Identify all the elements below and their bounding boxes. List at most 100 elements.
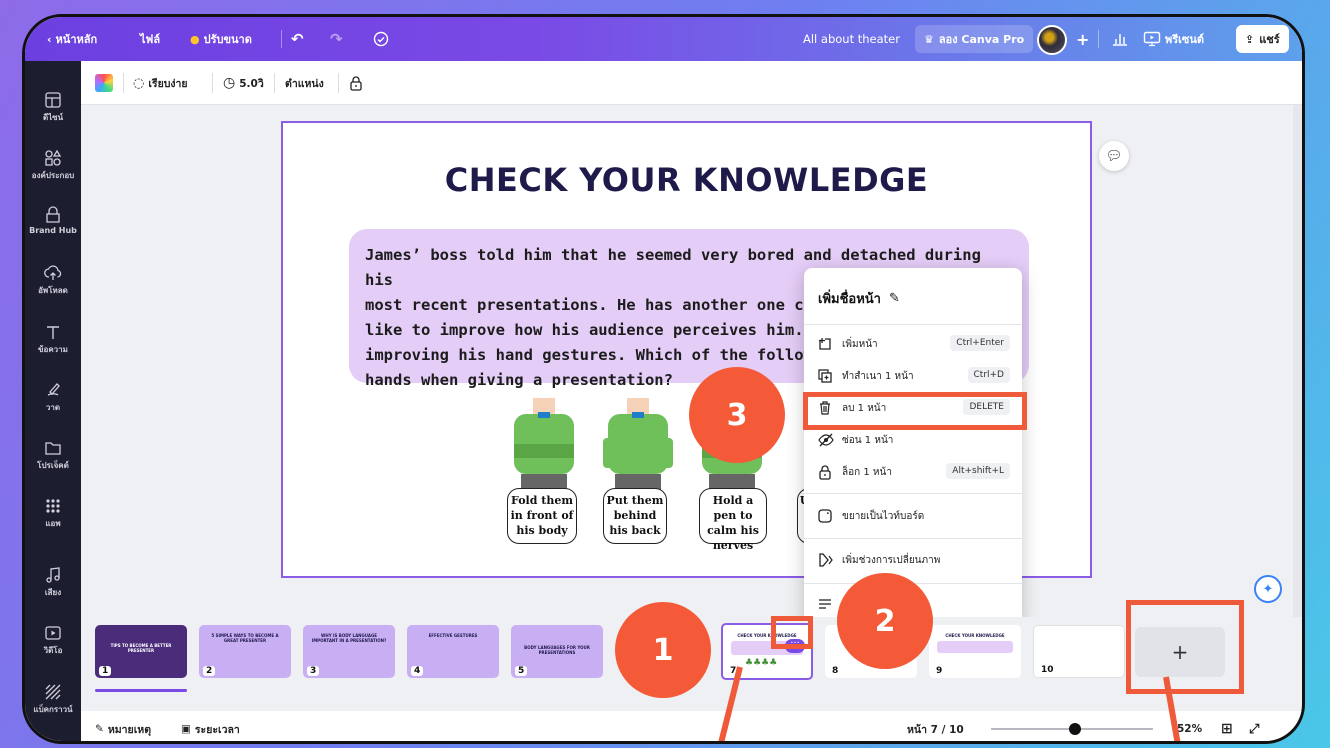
add-collaborator-icon[interactable]: + bbox=[1076, 17, 1089, 61]
upload-icon bbox=[44, 265, 62, 280]
notes-button[interactable]: ✎ หมายเหตุ bbox=[95, 711, 151, 741]
document-title[interactable]: All about theater bbox=[803, 17, 900, 61]
clock-icon: ◷ bbox=[223, 75, 236, 91]
color-picker-button[interactable] bbox=[95, 61, 113, 105]
animate-button[interactable]: ◌ เรียบง่าย bbox=[133, 61, 188, 105]
undo-icon[interactable]: ↶ bbox=[291, 17, 304, 61]
transition-icon bbox=[818, 553, 840, 567]
analytics-icon[interactable] bbox=[1112, 17, 1128, 61]
zoom-slider-handle[interactable] bbox=[1069, 723, 1082, 735]
current-section-indicator bbox=[95, 689, 187, 692]
step-1-badge: 1 bbox=[615, 602, 711, 698]
play-box-icon: ▣ bbox=[181, 723, 191, 735]
back-home-button[interactable]: ‹ หน้าหลัก bbox=[47, 17, 97, 61]
background-icon bbox=[45, 684, 61, 700]
answer-option-c[interactable]: Hold a pen to calm his nerves bbox=[699, 488, 767, 552]
animate-icon: ◌ bbox=[133, 75, 145, 91]
crown-icon: ♛ bbox=[924, 32, 934, 46]
resize-button[interactable]: ● ปรับขนาด bbox=[190, 17, 252, 61]
highlight-add-page bbox=[1126, 600, 1244, 694]
step-3-badge: 3 bbox=[689, 367, 785, 463]
page-thumbnail-1[interactable]: TIPS TO BECOME A BETTER PRESENTER 1 bbox=[95, 625, 187, 678]
page-thumbnail-10[interactable]: 10 bbox=[1033, 625, 1125, 678]
present-icon bbox=[1143, 31, 1161, 47]
bottom-bar: ✎ หมายเหตุ ▣ ระยะเวลา หน้า 7 / 10 52% ⊞ … bbox=[81, 711, 1302, 741]
sidebar-item-design[interactable]: ดีไซน์ bbox=[25, 91, 81, 124]
audio-icon bbox=[46, 567, 60, 583]
page-indicator[interactable]: หน้า 7 / 10 bbox=[907, 711, 964, 741]
chevron-left-icon: ‹ bbox=[47, 32, 52, 46]
upload-icon: ⇪ bbox=[1245, 32, 1255, 46]
fullscreen-icon[interactable]: ⤢ bbox=[1249, 711, 1259, 741]
magic-assistant-icon[interactable]: ✦ bbox=[1254, 575, 1282, 603]
lock-button[interactable] bbox=[349, 61, 363, 105]
lock-icon bbox=[818, 464, 840, 480]
page-thumbnail-2[interactable]: 5 SIMPLE WAYS TO BECOME A GREAT PRESENTE… bbox=[199, 625, 291, 678]
draw-icon bbox=[47, 383, 60, 396]
menu-add-page[interactable]: เพิ่มหน้า Ctrl+Enter bbox=[804, 328, 1022, 360]
try-pro-button[interactable]: ♛ ลอง Canva Pro bbox=[915, 25, 1034, 53]
sidebar-item-video[interactable]: วิดีโอ bbox=[25, 624, 81, 657]
zoom-level[interactable]: 52% bbox=[1177, 711, 1202, 741]
sidebar-item-brand-hub[interactable]: Brand Hub bbox=[25, 206, 81, 235]
position-button[interactable]: ตำแหน่ง bbox=[285, 61, 324, 105]
canvas-scrollbar[interactable] bbox=[1293, 105, 1302, 625]
share-button[interactable]: ⇪ แชร์ bbox=[1236, 25, 1289, 53]
timer-button[interactable]: ▣ ระยะเวลา bbox=[181, 711, 240, 741]
pencil-icon: ✎ bbox=[888, 291, 900, 306]
file-label: ไฟล์ bbox=[140, 33, 161, 46]
apps-icon bbox=[46, 499, 60, 513]
figures-thumbnail-icon: ♣♣♣♣ bbox=[745, 658, 778, 668]
file-menu[interactable]: ไฟล์ bbox=[140, 17, 160, 61]
redo-icon[interactable]: ↷ bbox=[330, 17, 343, 61]
elements-icon bbox=[45, 149, 62, 166]
notes-icon bbox=[818, 597, 840, 611]
lock-icon bbox=[350, 76, 362, 91]
add-page-title-button[interactable]: เพิ่มชื่อหน้า ✎ bbox=[818, 288, 900, 309]
brand-icon bbox=[46, 206, 60, 223]
highlight-more-options bbox=[771, 616, 813, 649]
slide-title[interactable]: CHECK YOUR KNOWLEDGE bbox=[283, 161, 1090, 199]
page-thumbnail-5[interactable]: BODY LANGUAGES FOR YOUR PRESENTATIONS 5 bbox=[511, 625, 603, 678]
step-2-badge: 2 bbox=[837, 573, 933, 669]
present-button[interactable]: พรีเซนต์ bbox=[1143, 17, 1204, 61]
menu-lock-page[interactable]: ล็อก 1 หน้า Alt+shift+L bbox=[804, 456, 1022, 488]
duration-button[interactable]: ◷ 5.0วิ bbox=[223, 61, 264, 105]
sidebar-item-elements[interactable]: องค์ประกอบ bbox=[25, 149, 81, 182]
page-thumbnail-3[interactable]: WHY IS BODY LANGUAGE IMPORTANT IN A PRES… bbox=[303, 625, 395, 678]
answer-option-a[interactable]: Fold them in front of his body bbox=[507, 488, 577, 544]
editor-canvas: CHECK YOUR KNOWLEDGE James’ boss told hi… bbox=[81, 105, 1293, 625]
sidebar-item-projects[interactable]: โปรเจ็คต์ bbox=[25, 439, 81, 472]
sidebar-item-background[interactable]: แบ็คกราวน์ bbox=[25, 683, 81, 716]
answer-option-b[interactable]: Put them behind his back bbox=[603, 488, 667, 544]
highlight-delete-page bbox=[803, 392, 1027, 430]
back-home-label: หน้าหลัก bbox=[55, 33, 98, 46]
top-bar: ‹ หน้าหลัก ไฟล์ ● ปรับขนาด ↶ ↷ All about… bbox=[25, 17, 1302, 61]
menu-duplicate-page[interactable]: ทำสำเนา 1 หน้า Ctrl+D bbox=[804, 360, 1022, 392]
cloud-saved-icon[interactable] bbox=[373, 17, 389, 61]
color-swatch-icon bbox=[95, 74, 113, 92]
sidebar-item-text[interactable]: ข้อความ bbox=[25, 323, 81, 356]
page-thumbnail-9[interactable]: CHECK YOUR KNOWLEDGE 9 bbox=[929, 625, 1021, 678]
sidebar-item-upload[interactable]: อัพโหลด bbox=[25, 264, 81, 297]
menu-expand-whiteboard[interactable]: ขยายเป็นไวท์บอร์ด bbox=[804, 500, 1022, 532]
sidebar-item-draw[interactable]: วาด bbox=[25, 381, 81, 414]
layout-icon bbox=[45, 92, 61, 108]
video-icon bbox=[45, 626, 61, 640]
sidebar: ดีไซน์ องค์ประกอบ Brand Hub อัพโหลด ข้อค… bbox=[25, 61, 81, 741]
duplicate-icon bbox=[818, 369, 840, 383]
app-window: ‹ หน้าหลัก ไฟล์ ● ปรับขนาด ↶ ↷ All about… bbox=[22, 14, 1305, 744]
menu-add-transition[interactable]: เพิ่มช่วงการเปลี่ยนภาพ bbox=[804, 544, 1022, 576]
zoom-slider[interactable] bbox=[991, 723, 1153, 735]
sidebar-item-apps[interactable]: แอพ bbox=[25, 497, 81, 530]
sidebar-item-audio[interactable]: เสียง bbox=[25, 566, 81, 599]
folder-icon bbox=[45, 442, 61, 455]
editor-toolbar: ◌ เรียบง่าย ◷ 5.0วิ ตำแหน่ง bbox=[81, 61, 1302, 105]
page-thumbnail-4[interactable]: EFFECTIVE GESTURES 4 bbox=[407, 625, 499, 678]
grid-view-icon[interactable]: ⊞ bbox=[1221, 711, 1233, 741]
whiteboard-icon bbox=[818, 509, 840, 523]
resize-label: ปรับขนาด bbox=[203, 33, 252, 46]
page-context-menu: เพิ่มชื่อหน้า ✎ เพิ่มหน้า Ctrl+Enter ทำส… bbox=[804, 268, 1022, 628]
avatar[interactable] bbox=[1037, 25, 1067, 55]
add-comment-icon[interactable]: 💬︎ bbox=[1099, 141, 1129, 171]
